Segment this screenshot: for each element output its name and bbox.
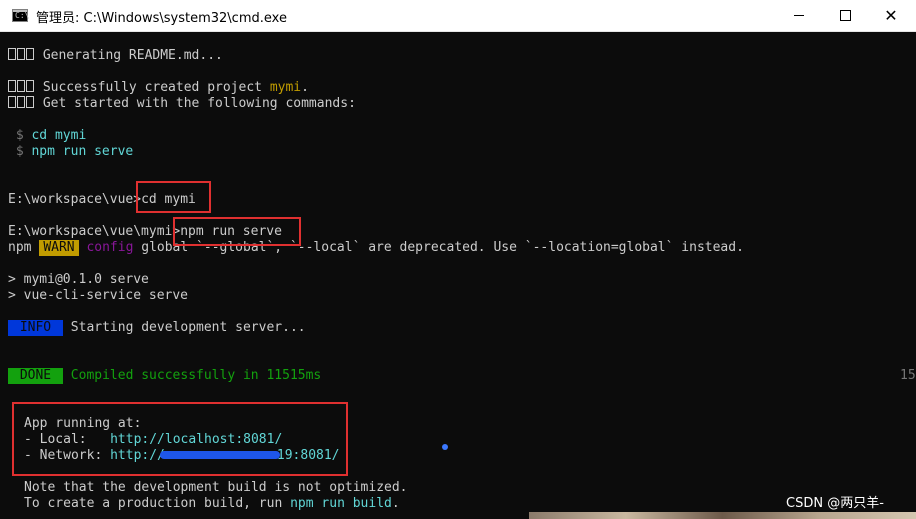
network-url-prefix[interactable]: http:// [110,448,165,463]
generating-text: Generating README.md... [42,48,223,63]
console-line: npm WARN config global `--global`, `--lo… [8,240,744,256]
emoji-placeholder-icon [8,96,16,108]
close-button[interactable]: ✕ [868,0,914,31]
window-title: 管理员: C:\Windows\system32\cmd.exe [36,11,287,26]
build-text: To create a production build, run [24,496,291,511]
network-url-suffix[interactable]: 19:8081/ [277,448,340,463]
typed-command: npm run serve [180,224,282,239]
console-line: To create a production build, run npm ru… [24,496,400,512]
emoji-placeholder-icon [8,48,16,60]
console-line: App running at: [24,416,141,432]
cmd-app-icon: C:\ [12,9,29,22]
csdn-watermark: CSDN @两只羊- [786,496,884,511]
done-badge: DONE [8,368,63,384]
console-line: Get started with the following commands: [8,96,356,112]
build-suffix: . [391,496,400,511]
close-icon: ✕ [884,5,898,25]
console-line: $ cd mymi [8,128,86,144]
warn-message: global `--global`, `--local` are depreca… [141,240,744,255]
console-line: > vue-cli-service serve [8,288,188,304]
console-line: - Local: http://localhost:8081/ [24,432,282,448]
serve-command: npm run serve [31,144,134,159]
app-running-text: App running at: [24,416,142,431]
created-suffix: . [301,80,309,95]
warn-badge: WARN [39,240,79,256]
console-line: > mymi@0.1.0 serve [8,272,149,288]
title-bar[interactable]: C:\ 管理员: C:\Windows\system32\cmd.exe ✕ [0,0,916,32]
cd-command: cd mymi [31,128,87,143]
redaction-scribble [160,451,280,459]
minimize-button[interactable] [776,0,822,31]
console-output[interactable]: Generating README.md... Successfully cre… [0,32,916,519]
minimize-icon [794,15,804,16]
build-command: npm run build [290,496,392,511]
console-line: Generating README.md... [8,48,223,64]
console-line: Successfully created project mymi. [8,80,309,96]
emoji-placeholder-icon [26,48,34,60]
cmd-window: C:\ 管理员: C:\Windows\system32\cmd.exe ✕ G… [0,0,916,519]
console-line: Note that the development build is not o… [24,480,408,496]
prompt-path: E:\workspace\vue> [8,192,142,207]
typed-command: cd mymi [141,192,196,207]
emoji-placeholder-icon [26,80,34,92]
info-message: Starting development server... [62,320,306,335]
done-message: Compiled successfully in 11515ms [62,368,322,383]
console-line: E:\workspace\vue>cd mymi [8,192,196,208]
emoji-placeholder-icon [17,80,25,92]
created-text: Successfully created project [42,80,270,95]
note-text: Note that the development build is not o… [24,480,408,495]
dollar-prompt: $ [8,128,32,143]
console-line: $ npm run serve [8,144,133,160]
emoji-placeholder-icon [17,96,25,108]
script-line: > mymi@0.1.0 serve [8,272,149,287]
get-started-text: Get started with the following commands: [42,96,356,111]
network-label: - Network: [24,448,111,463]
done-timestamp: 15 [900,368,916,383]
console-line: INFO Starting development server... [8,320,306,336]
script-line: > vue-cli-service serve [8,288,189,303]
mouse-cursor-dot [442,444,448,450]
dollar-prompt: $ [8,144,32,159]
maximize-icon [839,10,851,21]
local-label: - Local: [24,432,111,447]
console-line: DONE Compiled successfully in 11515ms [8,368,321,384]
console-line: E:\workspace\vue\mymi>npm run serve [8,224,282,240]
maximize-button[interactable] [822,0,868,31]
config-label: config [78,240,142,255]
npm-label: npm [8,240,40,255]
emoji-placeholder-icon [17,48,25,60]
emoji-placeholder-icon [26,96,34,108]
info-badge: INFO [8,320,63,336]
emoji-placeholder-icon [8,80,16,92]
local-url-link[interactable]: http://localhost:8081/ [110,432,282,447]
background-window-strip [529,512,916,519]
prompt-path: E:\workspace\vue\mymi> [8,224,181,239]
project-name: mymi [269,80,302,95]
